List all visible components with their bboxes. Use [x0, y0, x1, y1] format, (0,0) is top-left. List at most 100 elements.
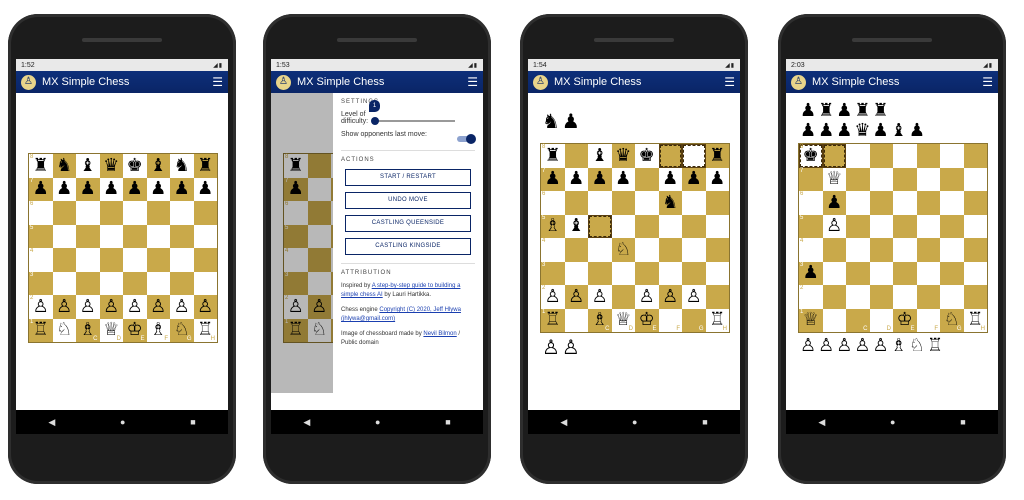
menu-icon[interactable]: ☰ [982, 75, 993, 89]
board-square[interactable]: ♟ [123, 177, 147, 201]
chess-piece[interactable]: ♙ [103, 297, 119, 316]
board-square[interactable]: ♞ [170, 154, 194, 178]
chess-piece[interactable]: ♟ [686, 170, 702, 188]
board-square[interactable]: ♟ [52, 177, 76, 201]
board-square[interactable] [682, 214, 706, 238]
chess-piece[interactable]: ♙ [639, 287, 655, 306]
image-author-link[interactable]: Nevil Bilmon [423, 331, 456, 337]
home-icon[interactable]: ● [632, 417, 637, 427]
board-square[interactable]: 2 [799, 285, 823, 309]
board-square[interactable]: ♖ H [193, 318, 217, 342]
board-square[interactable] [588, 238, 612, 262]
board-square[interactable]: ♕ [822, 167, 846, 191]
board-square[interactable] [635, 214, 659, 238]
menu-icon[interactable]: ☰ [724, 75, 735, 89]
board-square[interactable]: ♗ C [76, 318, 100, 342]
board-square[interactable] [705, 261, 729, 285]
board-square[interactable] [658, 214, 682, 238]
board-square[interactable] [123, 271, 147, 295]
board-square[interactable] [893, 144, 917, 168]
board-square[interactable]: ♙ [170, 295, 194, 319]
chess-piece[interactable]: ♗ [545, 217, 561, 235]
board-square[interactable] [193, 224, 217, 248]
board-square[interactable]: 5 [29, 224, 53, 248]
board-square[interactable]: ♝ [564, 214, 588, 238]
board-square[interactable] [869, 191, 893, 215]
chess-piece[interactable]: ♖ [545, 311, 561, 329]
board-square[interactable]: ♟ [146, 177, 170, 201]
board-square[interactable] [76, 201, 100, 225]
board-square[interactable]: ♚ 8 [799, 144, 823, 168]
chess-piece[interactable]: ♙ [686, 287, 702, 306]
board-square[interactable]: ♞ [658, 191, 682, 215]
chess-piece[interactable]: ♝ [80, 156, 96, 175]
board-square[interactable] [869, 167, 893, 191]
board-square[interactable] [635, 238, 659, 262]
chess-piece[interactable]: ♙ [80, 297, 96, 316]
board-square[interactable] [916, 167, 940, 191]
board-square[interactable]: ♙ [146, 295, 170, 319]
chess-piece[interactable]: ♜ [33, 156, 49, 175]
board-square[interactable]: 4 [29, 248, 53, 272]
chess-piece[interactable]: ♟ [826, 193, 842, 212]
chess-piece[interactable]: ♟ [174, 180, 190, 198]
board-square[interactable] [76, 248, 100, 272]
board-square[interactable] [822, 238, 846, 262]
board-square[interactable]: G [682, 308, 706, 332]
board-square[interactable]: ♟ [170, 177, 194, 201]
chess-piece[interactable]: ♟ [592, 170, 608, 188]
board-square[interactable] [146, 271, 170, 295]
board-square[interactable] [99, 201, 123, 225]
chess-piece[interactable]: ♕ [826, 170, 842, 188]
last-move-toggle[interactable] [457, 134, 476, 144]
chess-piece[interactable]: ♙ [56, 297, 72, 316]
board-square[interactable] [940, 214, 964, 238]
board-square[interactable] [869, 144, 893, 168]
board-square[interactable] [822, 144, 846, 168]
board-square[interactable] [916, 238, 940, 262]
board-square[interactable]: ♛ [611, 144, 635, 168]
board-square[interactable]: ♕ D [611, 308, 635, 332]
board-square[interactable] [52, 224, 76, 248]
slider-thumb[interactable]: 1 [369, 100, 380, 125]
chess-piece[interactable]: ♜ [709, 146, 725, 165]
board-square[interactable] [940, 261, 964, 285]
home-icon[interactable]: ● [890, 417, 895, 427]
board-square[interactable] [846, 144, 870, 168]
board-square[interactable]: ♜ [193, 154, 217, 178]
board-square[interactable] [893, 167, 917, 191]
board-square[interactable] [846, 167, 870, 191]
board-square[interactable] [846, 238, 870, 262]
board-square[interactable]: ♕ 1 [799, 308, 823, 332]
chess-piece[interactable]: ♛ [615, 146, 631, 165]
board-square[interactable]: ♔ E [635, 308, 659, 332]
board-square[interactable]: 6 [29, 201, 53, 225]
board-square[interactable] [822, 285, 846, 309]
board-square[interactable] [963, 144, 987, 168]
board-square[interactable] [99, 224, 123, 248]
board-square[interactable] [564, 191, 588, 215]
chess-piece[interactable]: ♟ [80, 180, 96, 198]
board-square[interactable]: ♖ 1 [541, 308, 565, 332]
board-square[interactable] [588, 191, 612, 215]
menu-icon[interactable]: ☰ [212, 75, 223, 89]
board-square[interactable] [682, 144, 706, 168]
board-square[interactable]: ♘ [611, 238, 635, 262]
board-square[interactable] [658, 144, 682, 168]
board-square[interactable] [52, 248, 76, 272]
board-square[interactable] [916, 191, 940, 215]
chess-piece[interactable]: ♟ [127, 180, 143, 198]
board-square[interactable]: ♟ [76, 177, 100, 201]
chess-piece[interactable]: ♞ [56, 156, 72, 175]
castling-queenside-button[interactable]: CASTLING QUEENSIDE [345, 215, 471, 232]
back-icon[interactable]: ◀ [560, 417, 567, 428]
board-square[interactable] [940, 191, 964, 215]
chess-piece[interactable]: ♝ [592, 146, 608, 165]
home-icon[interactable]: ● [120, 417, 125, 427]
board-square[interactable] [869, 285, 893, 309]
board-square[interactable]: ♗ F [146, 318, 170, 342]
board-square[interactable] [940, 238, 964, 262]
chess-piece[interactable]: ♙ [662, 287, 678, 306]
chess-piece[interactable]: ♟ [662, 170, 678, 188]
board-square[interactable]: ♗ C [588, 308, 612, 332]
